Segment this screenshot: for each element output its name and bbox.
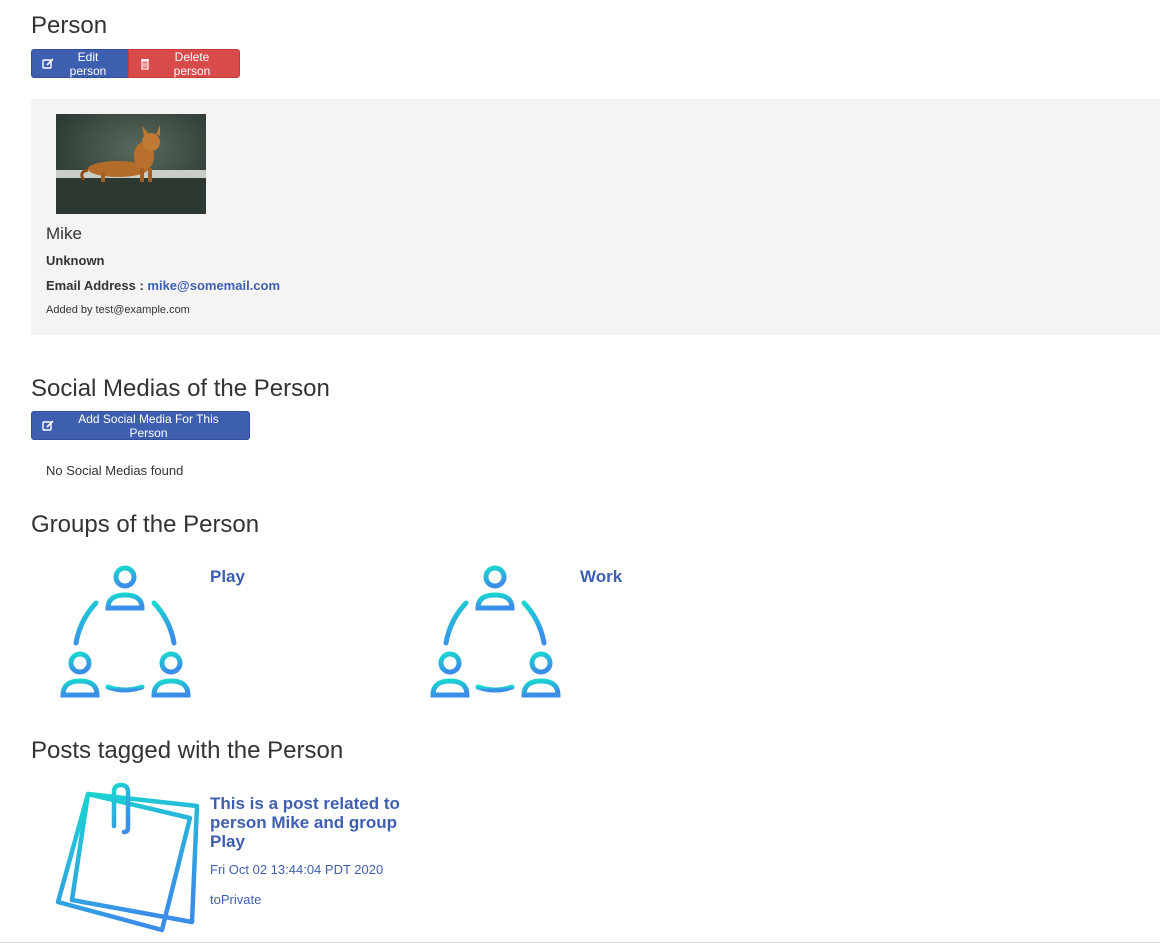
add-social-media-button[interactable]: Add Social Media For This Person	[31, 411, 250, 440]
post-visibility: toPrivate	[210, 892, 262, 907]
edit-person-label: Edit person	[69, 49, 107, 78]
edit-person-button[interactable]: Edit person	[31, 49, 129, 78]
group-play-icon[interactable]	[58, 565, 198, 700]
delete-person-button[interactable]: Delete person	[128, 49, 240, 78]
groups-heading: Groups of the Person	[31, 511, 260, 538]
person-photo[interactable]	[56, 114, 206, 214]
post-date: Fri Oct 02 13:44:04 PDT 2020	[210, 862, 384, 877]
post-note-icon[interactable]	[52, 782, 202, 934]
add-social-media-label: Add Social Media For This Person	[78, 411, 219, 440]
email-link[interactable]: mike@somemail.com	[147, 278, 280, 293]
email-label: Email Address :	[46, 278, 144, 293]
post-title-link[interactable]: This is a post related to person Mike an…	[210, 794, 400, 851]
edit-icon	[42, 419, 54, 432]
email-row: Email Address : mike@somemail.com	[46, 278, 280, 293]
group-link-work[interactable]: Work	[580, 567, 622, 587]
delete-person-label: Delete person	[173, 49, 211, 78]
edit-icon	[42, 57, 54, 70]
added-by-text: Added by test@example.com	[46, 304, 190, 316]
trash-icon	[139, 58, 151, 70]
page-title: Person	[31, 12, 108, 39]
group-link-play[interactable]: Play	[210, 567, 245, 587]
person-card: Mike Unknown Email Address : mike@somema…	[31, 99, 1160, 335]
group-work-icon[interactable]	[428, 565, 568, 700]
person-name: Mike	[46, 224, 82, 243]
person-gender: Unknown	[46, 253, 105, 268]
posts-heading: Posts tagged with the Person	[31, 737, 344, 764]
no-social-media-text: No Social Medias found	[46, 463, 184, 478]
person-page: Person Edit person Delete person Mike Un…	[0, 0, 1160, 944]
social-heading: Social Medias of the Person	[31, 375, 330, 402]
footer-divider	[0, 942, 1160, 943]
